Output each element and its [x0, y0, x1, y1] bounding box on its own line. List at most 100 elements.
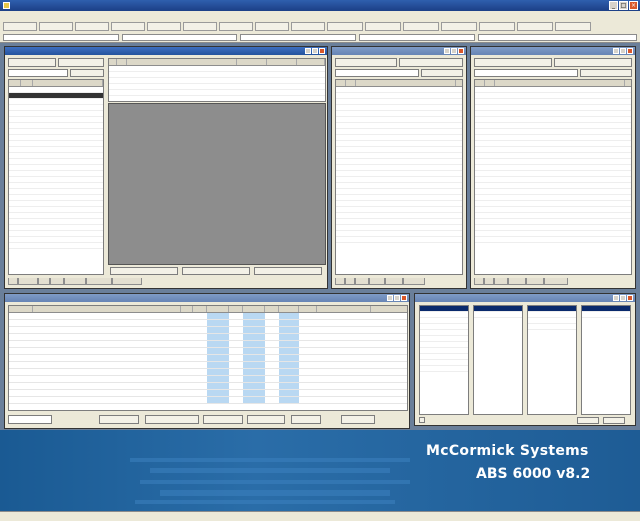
tab[interactable]: [8, 278, 18, 285]
left-go-button[interactable]: [70, 69, 104, 77]
list-item[interactable]: [9, 243, 103, 249]
table-row[interactable]: [9, 362, 407, 369]
maximize-icon[interactable]: [312, 48, 318, 54]
left-item-list[interactable]: [8, 79, 104, 275]
toolbar-button[interactable]: [111, 22, 145, 31]
menu-item[interactable]: [98, 11, 114, 20]
tab[interactable]: [86, 278, 112, 285]
tab[interactable]: [484, 278, 494, 285]
toolbar-button[interactable]: [327, 22, 363, 31]
close-icon[interactable]: [627, 295, 633, 301]
order-action-button-6[interactable]: [341, 415, 375, 424]
maximize-icon[interactable]: [451, 48, 457, 54]
table-row[interactable]: [9, 327, 407, 334]
order-number-field[interactable]: [8, 415, 52, 424]
list-item[interactable]: [336, 237, 462, 243]
tab[interactable]: [544, 278, 568, 285]
middle-tab-button-2[interactable]: [399, 58, 463, 67]
menu-item[interactable]: [182, 11, 204, 20]
tab[interactable]: [508, 278, 526, 285]
status-field[interactable]: [358, 34, 475, 41]
order-action-button-2[interactable]: [145, 415, 199, 424]
right-tab-button-1[interactable]: [474, 58, 552, 67]
left-search-input[interactable]: [8, 69, 68, 77]
maximize-icon[interactable]: □: [619, 1, 628, 10]
selector-list-2[interactable]: [473, 305, 523, 415]
middle-tab-button-1[interactable]: [335, 58, 397, 67]
status-field[interactable]: [477, 34, 637, 41]
tab[interactable]: [38, 278, 50, 285]
table-row[interactable]: [9, 341, 407, 348]
list-item[interactable]: [528, 324, 576, 330]
toolbar-button[interactable]: [365, 22, 401, 31]
maximize-icon[interactable]: [620, 295, 626, 301]
list-item[interactable]: [582, 312, 630, 318]
order-action-button-1[interactable]: [99, 415, 139, 424]
detail-action-button-3[interactable]: [254, 267, 322, 275]
detail-action-button-2[interactable]: [182, 267, 250, 275]
maximize-icon[interactable]: [394, 295, 400, 301]
close-icon[interactable]: ×: [629, 1, 638, 10]
close-icon[interactable]: [319, 48, 325, 54]
menu-item[interactable]: [48, 11, 58, 20]
table-row[interactable]: [9, 376, 407, 383]
minimize-icon[interactable]: [387, 295, 393, 301]
tab[interactable]: [526, 278, 544, 285]
middle-search-input[interactable]: [335, 69, 419, 77]
menu-item[interactable]: [216, 11, 230, 20]
toolbar-button[interactable]: [555, 22, 591, 31]
minimize-icon[interactable]: [305, 48, 311, 54]
selector-list-3[interactable]: [527, 305, 577, 415]
list-item[interactable]: [475, 237, 631, 243]
status-field[interactable]: [240, 34, 356, 41]
table-row[interactable]: [9, 348, 407, 355]
table-row[interactable]: [9, 397, 407, 404]
toolbar-button[interactable]: [517, 22, 553, 31]
tab[interactable]: [474, 278, 484, 285]
toolbar-button[interactable]: [255, 22, 289, 31]
tab[interactable]: [369, 278, 385, 285]
table-row[interactable]: [9, 383, 407, 390]
detail-action-button-1[interactable]: [110, 267, 178, 275]
minimize-icon[interactable]: _: [609, 1, 618, 10]
menu-item[interactable]: [126, 11, 146, 20]
tab[interactable]: [18, 278, 38, 285]
right-go-button[interactable]: [580, 69, 632, 77]
close-icon[interactable]: [627, 48, 633, 54]
tab[interactable]: [50, 278, 64, 285]
menu-item[interactable]: [158, 11, 170, 20]
toolbar-button[interactable]: [441, 22, 477, 31]
table-row[interactable]: [9, 320, 407, 327]
order-lines-grid[interactable]: [8, 305, 408, 411]
status-field[interactable]: [3, 34, 119, 41]
toolbar-button[interactable]: [39, 22, 73, 31]
toolbar-button[interactable]: [183, 22, 217, 31]
selector-checkbox[interactable]: [419, 417, 425, 423]
middle-go-button[interactable]: [421, 69, 463, 77]
menu-item[interactable]: [26, 11, 36, 20]
minimize-icon[interactable]: [613, 48, 619, 54]
tab[interactable]: [355, 278, 369, 285]
selector-button-2[interactable]: [603, 417, 625, 424]
tab[interactable]: [335, 278, 345, 285]
tab[interactable]: [112, 278, 142, 285]
minimize-icon[interactable]: [444, 48, 450, 54]
tab[interactable]: [403, 278, 425, 285]
list-item[interactable]: [474, 312, 522, 318]
list-item[interactable]: [420, 366, 468, 372]
close-icon[interactable]: [401, 295, 407, 301]
toolbar-button[interactable]: [403, 22, 439, 31]
toolbar-button[interactable]: [147, 22, 181, 31]
toolbar-button[interactable]: [291, 22, 325, 31]
table-row[interactable]: [109, 90, 325, 96]
detail-list[interactable]: [108, 58, 326, 102]
table-row[interactable]: [9, 390, 407, 397]
left-tab-button-1[interactable]: [8, 58, 56, 67]
order-action-button-5[interactable]: [291, 415, 321, 424]
left-tab-button-2[interactable]: [58, 58, 104, 67]
selector-list-1[interactable]: [419, 305, 469, 415]
close-icon[interactable]: [458, 48, 464, 54]
tab[interactable]: [64, 278, 86, 285]
maximize-icon[interactable]: [620, 48, 626, 54]
toolbar-button[interactable]: [219, 22, 253, 31]
